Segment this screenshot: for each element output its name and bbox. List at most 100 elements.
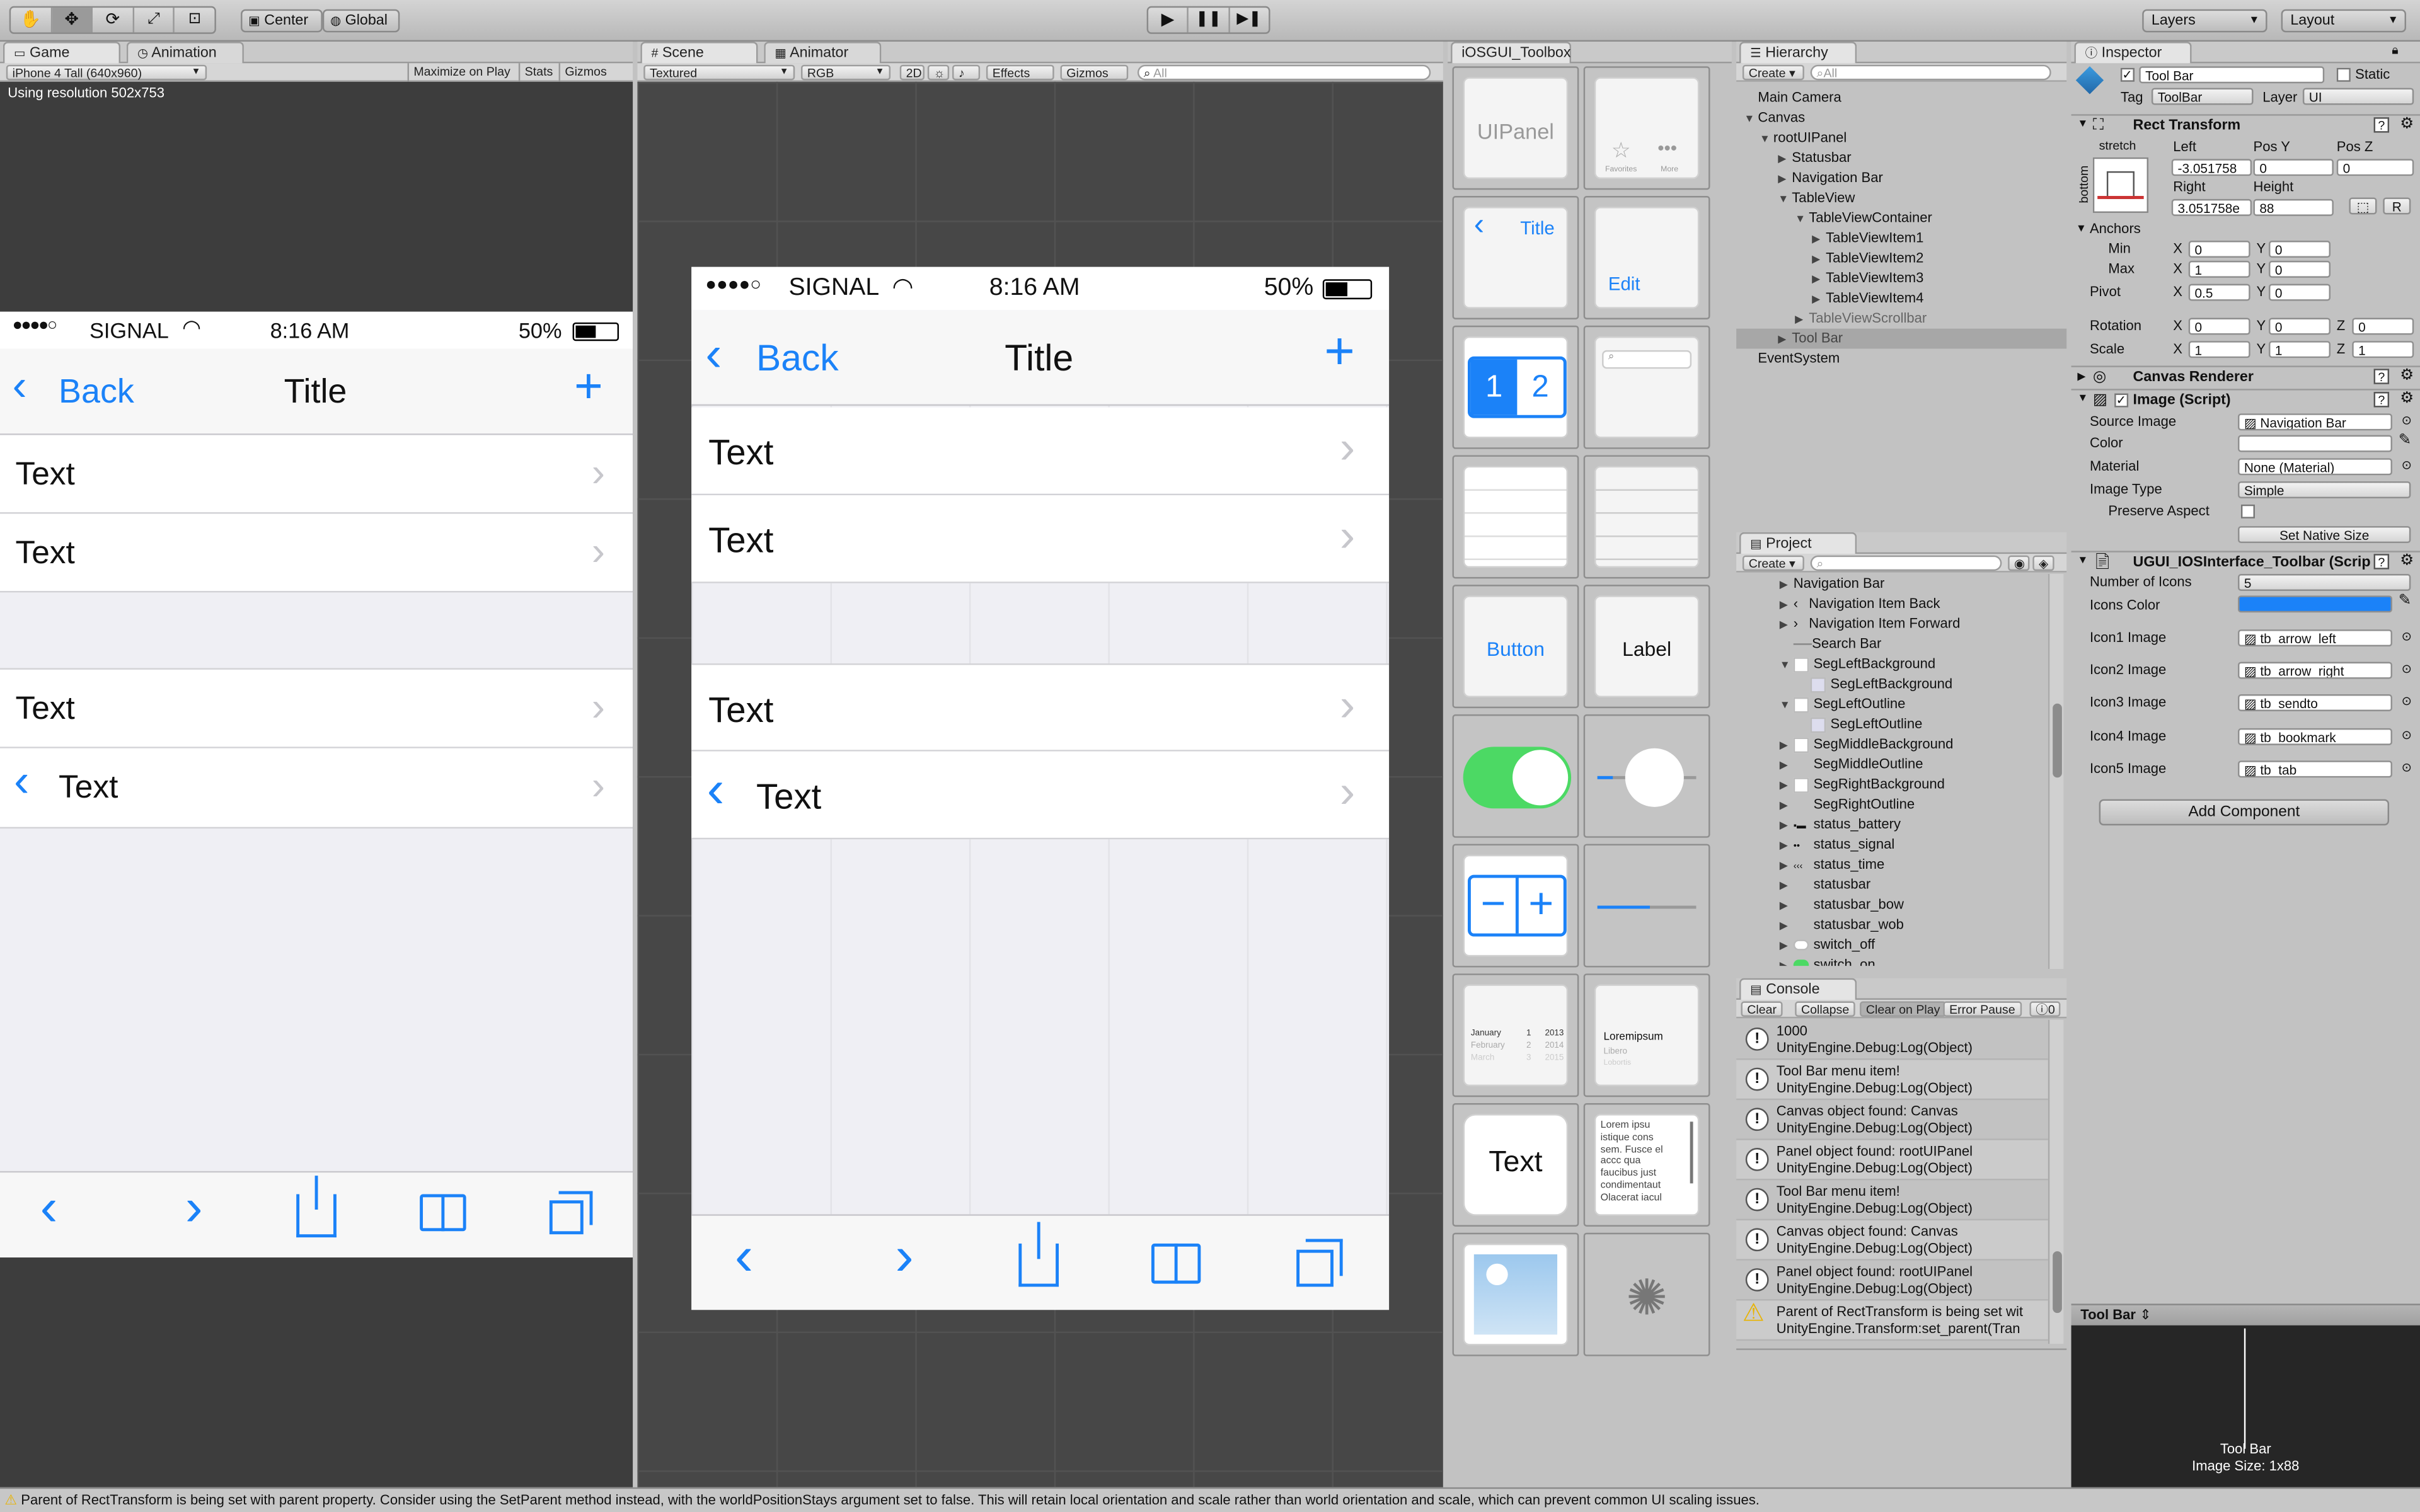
- arrow-left-icon[interactable]: ‹: [40, 1182, 58, 1234]
- foldout-arrow-icon[interactable]: ▼: [2076, 224, 2087, 234]
- left-field[interactable]: -3.051758: [2171, 159, 2252, 176]
- activity-indicator-tool[interactable]: ✺: [1583, 1232, 1710, 1356]
- project-item[interactable]: ▶ switch_off: [1736, 935, 2045, 955]
- gizmos-dropdown[interactable]: Gizmos: [1060, 64, 1129, 81]
- help-icon[interactable]: ?: [2373, 369, 2390, 384]
- tab-console[interactable]: ▤ Console: [1739, 978, 1857, 1000]
- posy-field[interactable]: 0: [2253, 159, 2334, 176]
- shading-dropdown[interactable]: Textured ▼: [643, 64, 795, 81]
- collapse-arrow-icon[interactable]: ▶: [1780, 776, 1794, 796]
- pivot-x-field[interactable]: 0.5: [2188, 284, 2250, 301]
- anchor-preset-button[interactable]: [2092, 157, 2149, 213]
- layers-dropdown[interactable]: Layers ▼: [2142, 9, 2267, 33]
- list-tool[interactable]: Loremipsum Libero Lobortis: [1583, 973, 1710, 1097]
- add-icon[interactable]: +: [574, 361, 603, 410]
- tab-inspector[interactable]: ⓘ Inspector: [2074, 42, 2192, 64]
- project-scrollbar[interactable]: [2048, 574, 2064, 969]
- tab-project[interactable]: ▤ Project: [1739, 532, 1857, 554]
- arrow-right-icon[interactable]: ›: [185, 1182, 203, 1234]
- raw-edit-button[interactable]: R: [2383, 197, 2411, 215]
- collapse-arrow-icon[interactable]: ▶: [1780, 796, 1794, 816]
- hierarchy-search-field[interactable]: ⌕All: [1810, 64, 2051, 81]
- console-clear-button[interactable]: Clear: [1741, 1001, 1783, 1017]
- collapse-arrow-icon[interactable]: ▶: [1795, 310, 1809, 330]
- collapse-arrow-icon[interactable]: ▶: [1780, 856, 1794, 876]
- collapse-arrow-icon[interactable]: ▶: [1780, 756, 1794, 776]
- gear-icon[interactable]: ⚙: [2400, 391, 2414, 408]
- tree-item[interactable]: ▶ TableViewItem2: [1736, 248, 2066, 268]
- anchor-max-x-field[interactable]: 1: [2188, 260, 2250, 278]
- preserve-aspect-checkbox[interactable]: [2240, 504, 2255, 518]
- textfield-tool[interactable]: Text: [1452, 1103, 1579, 1227]
- rect-transform-header[interactable]: ▼ ⛶ Rect Transform ? ⚙: [2071, 114, 2420, 137]
- console-entry[interactable]: ! Tool Bar menu item! UnityEngine.Debug:Lo…: [1736, 1060, 2048, 1101]
- collapse-arrow-icon[interactable]: ▶: [1778, 150, 1792, 170]
- maximize-on-play-button[interactable]: Maximize on Play: [407, 63, 516, 82]
- help-icon[interactable]: ?: [2373, 117, 2390, 133]
- console-entry[interactable]: ! 1000 UnityEngine.Debug:Log(Object): [1736, 1020, 2048, 1060]
- color-field[interactable]: [2238, 435, 2392, 452]
- project-create-button[interactable]: Create ▾: [1742, 555, 1804, 571]
- table-row[interactable]: Text ›: [691, 663, 1390, 752]
- back-button[interactable]: Back: [756, 338, 839, 381]
- toolbar-script-header[interactable]: ▼ 📄︎ UGUI_IOSInterface_Toolbar (Script) …: [2071, 551, 2420, 574]
- layer-dropdown[interactable]: UI: [2302, 88, 2414, 105]
- back-chevron-icon[interactable]: ‹: [705, 329, 722, 378]
- active-checkbox[interactable]: ✓: [2120, 67, 2135, 82]
- posz-field[interactable]: 0: [2336, 159, 2414, 176]
- audio-icon[interactable]: ♪: [952, 64, 981, 81]
- navbar-tool[interactable]: ‹ Title: [1452, 196, 1579, 319]
- tree-item[interactable]: ▼ TableView: [1736, 188, 2066, 209]
- icons-color-field[interactable]: [2238, 595, 2392, 613]
- console-entry[interactable]: ⚠ Parent of RectTransform is being set wi…: [1736, 1300, 2048, 1341]
- expand-arrow-icon[interactable]: ▼: [1780, 656, 1794, 676]
- project-item[interactable]: ▶ Navigation Bar: [1736, 574, 2045, 594]
- expand-arrow-icon[interactable]: ▼: [1780, 696, 1794, 716]
- blueprint-mode-button[interactable]: ⬚: [2349, 197, 2377, 215]
- table-row[interactable]: Text ›: [0, 435, 633, 514]
- project-item[interactable]: ▶ statusbar_bow: [1736, 895, 2045, 915]
- number-of-icons-dropdown[interactable]: 5: [2238, 574, 2411, 591]
- object-picker-icon[interactable]: ⊙: [2402, 760, 2412, 774]
- console-scrollbar[interactable]: [2048, 1019, 2064, 1344]
- console-collapse-button[interactable]: Collapse: [1795, 1001, 1856, 1017]
- add-component-button[interactable]: Add Component: [2099, 799, 2390, 826]
- collapse-arrow-icon[interactable]: ▶: [1780, 896, 1794, 917]
- filter-type-icon[interactable]: ◉: [2008, 555, 2030, 571]
- lock-icon[interactable]: 🔒︎: [2392, 43, 2398, 59]
- table-row[interactable]: Text ›: [691, 495, 1390, 583]
- tag-dropdown[interactable]: ToolBar: [2151, 88, 2254, 105]
- stepper-tool[interactable]: − +: [1452, 844, 1579, 968]
- collapse-arrow-icon[interactable]: ▶: [1780, 736, 1794, 756]
- tree-item[interactable]: ▶ Navigation Bar: [1736, 168, 2066, 188]
- editor-status-bar[interactable]: ⚠ Parent of RectTransform is being set w…: [0, 1487, 2420, 1512]
- rotate-tool-icon[interactable]: ⟳: [93, 8, 134, 33]
- collapse-arrow-icon[interactable]: ▶: [1780, 876, 1794, 896]
- project-item[interactable]: ▼ SegLeftBackground: [1736, 654, 2045, 674]
- project-item[interactable]: ▶ SegMiddleOutline: [1736, 755, 2045, 775]
- image-script-header[interactable]: ▼ ▨ ✓ Image (Script) ? ⚙: [2071, 389, 2420, 412]
- slider-tool[interactable]: [1583, 714, 1710, 838]
- lighting-icon[interactable]: ☼: [927, 64, 950, 81]
- tab-scene[interactable]: # Scene: [640, 42, 758, 64]
- image-type-dropdown[interactable]: Simple: [2238, 481, 2411, 499]
- console-entry[interactable]: ! Panel object found: rootUIPanel UnityEng…: [1736, 1261, 2048, 1301]
- hierarchy-create-button[interactable]: Create ▾: [1742, 64, 1804, 81]
- rect-tool-icon[interactable]: ⊡: [175, 8, 215, 32]
- expand-arrow-icon[interactable]: ▼: [1744, 110, 1758, 130]
- tree-item[interactable]: ▼ rootUIPanel: [1736, 128, 2066, 148]
- gear-icon[interactable]: ⚙: [2400, 367, 2414, 384]
- tree-item[interactable]: ▼ TableViewContainer: [1736, 209, 2066, 229]
- share-icon[interactable]: [1018, 1222, 1059, 1287]
- segmented-tool[interactable]: 12: [1452, 325, 1579, 449]
- project-item[interactable]: Search Bar: [1736, 634, 2045, 655]
- stats-button[interactable]: Stats: [518, 63, 558, 82]
- expand-arrow-icon[interactable]: ▼: [1778, 190, 1792, 210]
- preview-header[interactable]: Tool Bar ⇕: [2071, 1303, 2420, 1326]
- anchor-min-x-field[interactable]: 0: [2188, 241, 2250, 258]
- tree-item[interactable]: Main Camera: [1736, 88, 2066, 108]
- collapse-arrow-icon[interactable]: ▶: [1780, 616, 1794, 636]
- help-icon[interactable]: ?: [2373, 392, 2390, 408]
- table-row[interactable]: ‹ Text ›: [691, 751, 1390, 840]
- tab-animator[interactable]: ▦ Animator: [764, 42, 882, 64]
